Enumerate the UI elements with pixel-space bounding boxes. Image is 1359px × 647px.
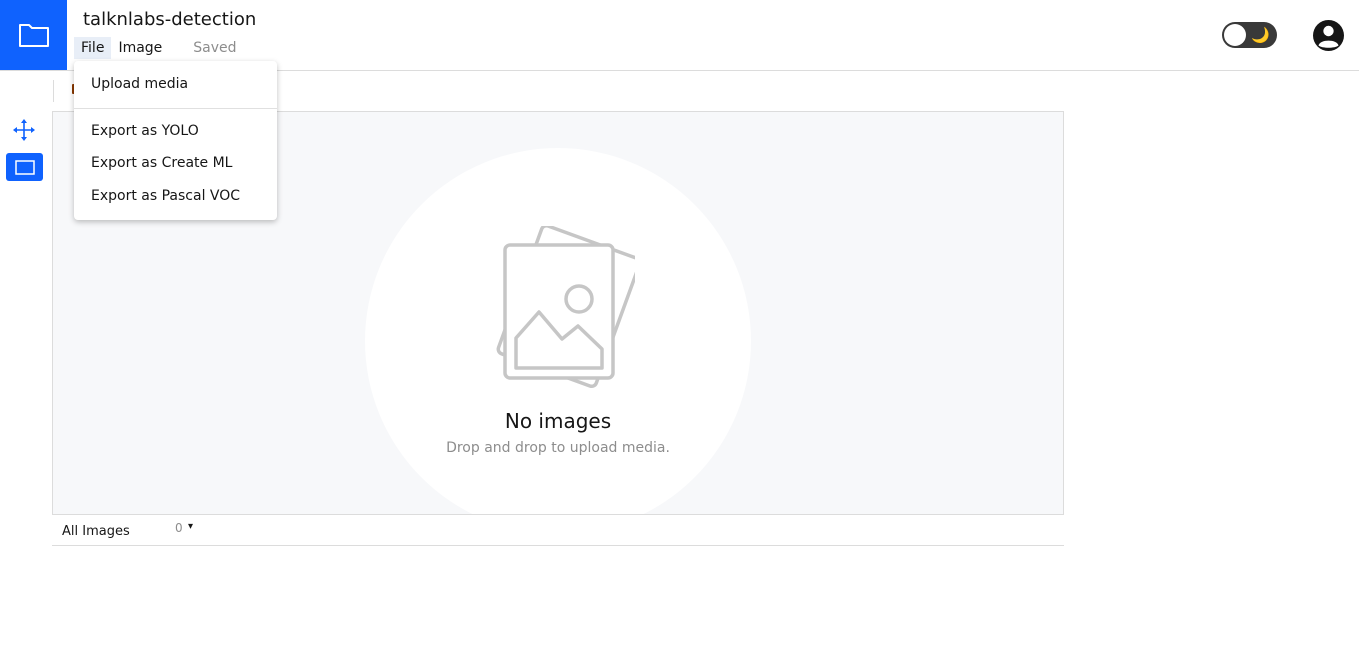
export-pascal-voc-item[interactable]: Export as Pascal VOC [91,188,240,204]
export-yolo-item[interactable]: Export as YOLO [91,123,199,139]
user-avatar-icon[interactable] [1312,19,1345,52]
menu-divider [74,108,277,109]
image-menu[interactable]: Image [111,37,169,59]
upload-media-item[interactable]: Upload media [91,76,188,92]
rectangle-icon [14,159,35,175]
image-count[interactable]: 0 [175,521,183,535]
project-title: talknlabs-detection [83,9,257,30]
empty-state-title: No images [504,409,612,433]
bounding-box-tool[interactable] [6,153,43,181]
empty-state-subtitle: Drop and drop to upload media. [446,440,670,456]
all-images-filter[interactable]: All Images [62,524,130,539]
moon-icon: 🌙 [1251,26,1270,44]
toolbar-divider [53,80,54,102]
saved-status: Saved [193,40,237,56]
app-logo[interactable] [0,0,67,70]
caret-down-icon[interactable]: ▾ [188,521,193,532]
menu-bar: File Image Saved [74,37,237,59]
file-dropdown-menu: Upload media Export as YOLO Export as Cr… [74,61,277,220]
move-tool-icon[interactable] [12,118,36,142]
image-list-bar: All Images 0 ▾ [52,515,1064,546]
toggle-knob [1224,24,1246,46]
folder-icon [18,24,49,47]
export-createml-item[interactable]: Export as Create ML [91,155,232,171]
dark-mode-toggle[interactable]: 🌙 [1222,22,1277,48]
image-stack-icon [496,226,635,389]
file-menu[interactable]: File [74,37,112,59]
